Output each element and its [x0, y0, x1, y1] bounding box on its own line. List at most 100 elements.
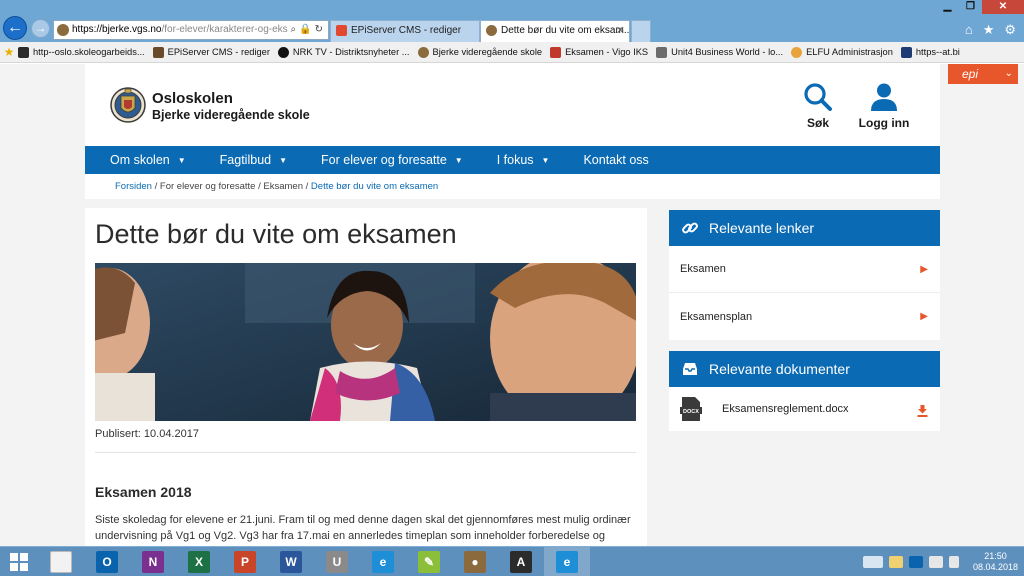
chevron-down-icon: ⌄ — [1004, 68, 1013, 79]
nav-item-i-fokus[interactable]: I fokus ▼ — [497, 153, 564, 167]
document-eksamensreglement[interactable]: DOCX Eksamensreglement.docx — [669, 387, 940, 431]
breadcrumb-home[interactable]: Forsiden — [115, 181, 152, 192]
relevant-documents-box: Relevante dokumenter DOCX Eksamensreglem… — [669, 351, 940, 431]
breadcrumb-level2[interactable]: Eksamen — [263, 181, 303, 192]
section-title: Eksamen 2018 — [95, 484, 192, 500]
address-bar[interactable]: https://bjerke.vgs.no/for-elever/karakte… — [53, 20, 329, 40]
back-button[interactable]: ← — [3, 16, 27, 40]
taskbar-font-viewer[interactable]: A — [498, 547, 544, 576]
nav-item-kontakt-oss[interactable]: Kontakt oss — [583, 153, 662, 167]
address-bar-icons: ⌕🔒↻ — [287, 21, 326, 39]
taskbar-file-explorer[interactable] — [38, 547, 84, 576]
nav-label: Om skolen — [110, 153, 170, 167]
bookmark-item[interactable]: Unit4 Business World - lo... — [656, 46, 783, 58]
taskbar-notes[interactable]: ✎ — [406, 547, 452, 576]
download-icon[interactable] — [917, 405, 928, 417]
clock-date: 08.04.2018 — [972, 562, 1018, 572]
bookmark-item[interactable]: https--at.bi — [900, 46, 960, 58]
refresh-icon[interactable]: ↻ — [315, 24, 326, 35]
tab-label: EPiServer CMS - rediger — [351, 25, 462, 36]
chevron-down-icon: ▼ — [279, 155, 288, 165]
close-window-button[interactable]: ✕ — [982, 0, 1024, 14]
bookmark-item[interactable]: NRK TV - Distriktsnyheter ... — [277, 46, 410, 58]
document-label: Eksamensreglement.docx — [722, 403, 849, 415]
file-explorer-icon — [50, 550, 72, 573]
search-icon[interactable]: ⌕ — [291, 24, 300, 35]
docx-file-icon: DOCX — [680, 397, 702, 421]
nav-label: Kontakt oss — [583, 153, 649, 167]
close-tab-icon[interactable]: ✕ — [616, 21, 625, 41]
browser-titlebar: ← → https://bjerke.vgs.no/for-elever/kar… — [0, 0, 1024, 42]
nav-item-fagtilbud[interactable]: Fagtilbud ▼ — [220, 153, 301, 167]
taskbar-unit4[interactable]: U — [314, 547, 360, 576]
bookmark-item[interactable]: Eksamen - Vigo IKS — [550, 46, 648, 58]
bookmark-favicon-icon — [900, 46, 912, 58]
favorites-icon[interactable]: ★ — [0, 45, 18, 59]
outlook-tray-icon[interactable] — [908, 556, 923, 568]
sidebar-link-eksamen[interactable]: Eksamen ▶ — [669, 246, 940, 293]
taskbar-word[interactable]: W — [268, 547, 314, 576]
network-icon[interactable] — [928, 556, 943, 568]
bookmark-item[interactable]: EPiServer CMS - rediger — [152, 46, 270, 58]
start-button[interactable] — [0, 547, 38, 576]
home-icon[interactable]: ⌂ — [965, 22, 973, 38]
bookmark-label: EPiServer CMS - rediger — [167, 47, 270, 57]
school-name[interactable]: Bjerke videregående skole — [152, 108, 310, 122]
hero-image — [95, 263, 636, 421]
mail-notification-icon[interactable] — [888, 556, 903, 568]
nav-item-om-skolen[interactable]: Om skolen ▼ — [85, 153, 200, 167]
relevant-links-title: Relevante lenker — [709, 220, 815, 236]
taskbar-onenote[interactable]: N — [130, 547, 176, 576]
keyboard-icon[interactable] — [862, 556, 883, 568]
nav-item-for-elever[interactable]: For elever og foresatte ▼ — [321, 153, 477, 167]
taskbar-internet-explorer-active[interactable]: e — [544, 546, 590, 576]
taskbar-school-crest[interactable]: ● — [452, 547, 498, 576]
restore-button[interactable]: ❐ — [959, 0, 982, 14]
tab-episerver[interactable]: EPiServer CMS - rediger — [330, 20, 480, 42]
taskbar-excel[interactable]: X — [176, 547, 222, 576]
published-date: Publisert: 10.04.2017 — [95, 428, 199, 440]
notes-icon: ✎ — [418, 550, 440, 573]
font-viewer-icon: A — [510, 550, 532, 573]
tab-current[interactable]: Dette bør du vite om eksam... ✕ — [480, 20, 630, 42]
taskbar-internet-explorer[interactable]: e — [360, 547, 406, 576]
bookmark-favicon-icon — [152, 46, 164, 58]
taskbar-powerpoint[interactable]: P — [222, 547, 268, 576]
site-name[interactable]: Osloskolen — [152, 90, 233, 107]
browser-toolbar-icons: ⌂ ★ ⚙ — [965, 22, 1016, 38]
tab-label: Dette bør du vite om eksam... — [501, 25, 630, 36]
breadcrumb-level1[interactable]: For elever og foresatte — [160, 181, 256, 192]
breadcrumb: Forsiden / For elever og foresatte / Eks… — [115, 181, 438, 192]
taskbar-outlook[interactable]: O — [84, 547, 130, 576]
nav-label: Fagtilbud — [219, 153, 272, 167]
favorites-star-icon[interactable]: ★ — [983, 22, 995, 38]
sidebar-link-eksamensplan[interactable]: Eksamensplan ▶ — [669, 293, 940, 340]
windows-taskbar: O N X P W Ue ✎ ● Ae 21:50 08.04.2018 — [0, 546, 1024, 576]
settings-gear-icon[interactable]: ⚙ — [1004, 22, 1016, 38]
forward-button[interactable]: → — [31, 19, 50, 38]
link-label: Eksamensplan — [680, 310, 753, 323]
search-icon — [804, 83, 832, 111]
search-button[interactable]: Søk — [788, 82, 848, 130]
lock-icon[interactable]: 🔒 — [299, 24, 314, 35]
search-label: Søk — [806, 116, 829, 130]
relevant-documents-header: Relevante dokumenter — [669, 351, 940, 387]
breadcrumb-separator: / — [303, 181, 311, 192]
chevron-down-icon: ▼ — [177, 155, 186, 165]
bookmark-item[interactable]: Bjerke videregående skole — [417, 46, 542, 58]
minimize-button[interactable]: ▁ — [936, 0, 959, 14]
article-body: Siste skoledag for elevene er 21.juni. F… — [95, 514, 631, 542]
bookmark-item[interactable]: http--oslo.skoleogarbeids... — [18, 46, 145, 58]
relevant-links-box: Relevante lenker Eksamen ▶ Eksamensplan … — [669, 210, 940, 340]
login-button[interactable]: Logg inn — [854, 82, 914, 130]
unit4-icon: U — [326, 550, 348, 573]
new-tab-button[interactable] — [631, 20, 651, 42]
bookmark-item[interactable]: ELFU Administrasjon — [791, 46, 893, 58]
bookmark-label: NRK TV - Distriktsnyheter ... — [292, 47, 410, 57]
bookmark-favicon-icon — [417, 46, 429, 58]
volume-icon[interactable] — [948, 556, 959, 568]
epi-edit-button[interactable]: epi ⌄ — [948, 64, 1018, 84]
url-path: /for-elever/karakterer-og-eksa — [161, 24, 294, 35]
bookmark-label: https--at.bi — [915, 47, 960, 57]
system-clock[interactable]: 21:50 08.04.2018 — [973, 551, 1018, 573]
